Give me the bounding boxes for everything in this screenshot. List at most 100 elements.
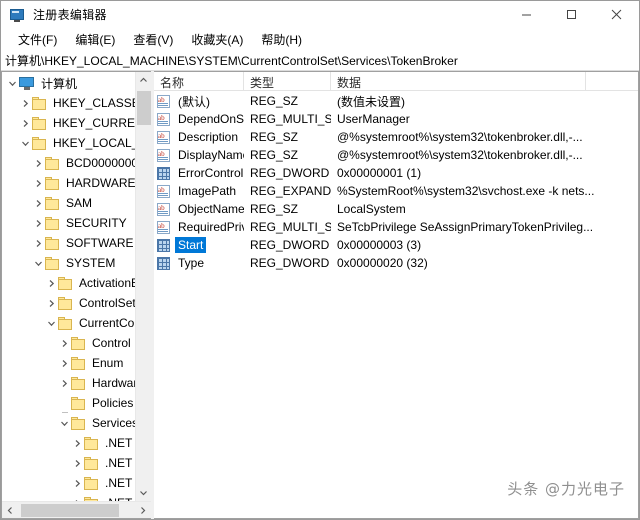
value-name-cell: Type — [154, 255, 244, 271]
tree-node[interactable]: SECURITY — [2, 213, 135, 233]
menu-item-file[interactable]: 文件(F) — [9, 29, 66, 51]
column-header-type[interactable]: 类型 — [244, 72, 331, 90]
table-row[interactable]: TypeREG_DWORD0x00000020 (32) — [154, 254, 638, 272]
close-icon[interactable] — [594, 1, 639, 29]
chevron-right-icon[interactable] — [31, 213, 45, 233]
column-header-row: 名称 类型 数据 — [154, 72, 638, 91]
tree-node-label: 计算机 — [39, 74, 79, 93]
value-data: @%systemroot%\system32\tokenbroker.dll,-… — [331, 148, 638, 162]
table-row[interactable]: abImagePathREG_EXPAND_SZ%SystemRoot%\sys… — [154, 182, 638, 200]
table-row[interactable]: abObjectNameREG_SZLocalSystem — [154, 200, 638, 218]
chevron-right-icon[interactable] — [44, 273, 58, 293]
tree-hscroll-thumb[interactable] — [21, 504, 119, 517]
value-name: Start — [175, 237, 206, 253]
chevron-right-icon[interactable] — [70, 473, 84, 493]
tree-node[interactable]: .NET CLR Ne — [2, 473, 135, 493]
tree-node[interactable]: HARDWARE — [2, 173, 135, 193]
table-row[interactable]: ErrorControlREG_DWORD0x00000001 (1) — [154, 164, 638, 182]
registry-tree[interactable]: 计算机HKEY_CLASSES_ROOTHKEY_CURRENT_USERHKE… — [2, 72, 135, 501]
chevron-right-icon[interactable] — [44, 293, 58, 313]
tree-node[interactable]: Services — [2, 413, 135, 433]
window-controls — [504, 1, 639, 29]
tree-node[interactable]: CurrentControlSet — [2, 313, 135, 333]
table-row[interactable]: ab(默认)REG_SZ(数值未设置) — [154, 92, 638, 110]
title-bar[interactable]: 注册表编辑器 — [1, 1, 639, 29]
value-data: UserManager — [331, 112, 638, 126]
string-value-icon: ab — [157, 131, 171, 144]
chevron-right-icon[interactable] — [18, 93, 32, 113]
chevron-right-icon[interactable] — [70, 493, 84, 501]
minimize-icon[interactable] — [504, 1, 549, 29]
value-data: (数值未设置) — [331, 93, 638, 110]
tree-node-label: Policies — [90, 395, 135, 411]
tree-node[interactable]: Enum — [2, 353, 135, 373]
registry-editor-icon — [10, 7, 26, 23]
tree-node[interactable]: BCD00000000 — [2, 153, 135, 173]
tree-node[interactable]: HKEY_LOCAL_MACHINE — [2, 133, 135, 153]
scroll-down-icon[interactable] — [136, 484, 152, 501]
tree-node[interactable]: ActivationBroker — [2, 273, 135, 293]
chevron-down-icon[interactable] — [44, 313, 58, 333]
tree-node[interactable]: SAM — [2, 193, 135, 213]
tree-vscroll-track[interactable] — [136, 89, 152, 484]
value-name-cell: abDependOnSer... — [154, 111, 244, 127]
tree-node[interactable]: HKEY_CLASSES_ROOT — [2, 93, 135, 113]
column-header-filler — [586, 72, 638, 90]
tree-node[interactable]: SOFTWARE — [2, 233, 135, 253]
chevron-right-icon[interactable] — [70, 453, 84, 473]
tree-horizontal-scrollbar[interactable] — [2, 501, 151, 518]
chevron-right-icon[interactable] — [57, 353, 71, 373]
menu-item-help[interactable]: 帮助(H) — [252, 29, 311, 51]
registry-values-list[interactable]: ab(默认)REG_SZ(数值未设置)abDependOnSer...REG_M… — [154, 91, 638, 518]
chevron-right-icon[interactable] — [57, 333, 71, 353]
tree-node[interactable]: Hardware Profil — [2, 373, 135, 393]
chevron-down-icon[interactable] — [31, 253, 45, 273]
scroll-up-icon[interactable] — [136, 72, 152, 89]
table-row[interactable]: StartREG_DWORD0x00000003 (3) — [154, 236, 638, 254]
tree-node[interactable]: HKEY_CURRENT_USER — [2, 113, 135, 133]
folder-icon — [45, 157, 60, 170]
tree-vscroll-thumb[interactable] — [137, 91, 151, 125]
tree-node-label: Services — [90, 415, 135, 431]
tree-node[interactable]: ControlSet001 — [2, 293, 135, 313]
folder-icon — [45, 257, 60, 270]
chevron-right-icon[interactable] — [70, 433, 84, 453]
chevron-right-icon[interactable] — [57, 373, 71, 393]
tree-node[interactable]: .NET Data Pr — [2, 493, 135, 501]
table-row[interactable]: abDescriptionREG_SZ@%systemroot%\system3… — [154, 128, 638, 146]
menu-item-favorites[interactable]: 收藏夹(A) — [182, 29, 252, 51]
chevron-right-icon[interactable] — [31, 193, 45, 213]
scroll-right-icon[interactable] — [134, 502, 151, 519]
menu-item-edit[interactable]: 编辑(E) — [66, 29, 124, 51]
tree-node[interactable]: Control — [2, 333, 135, 353]
folder-icon — [84, 437, 99, 450]
folder-icon — [71, 337, 86, 350]
maximize-icon[interactable] — [549, 1, 594, 29]
address-bar[interactable]: 计算机\HKEY_LOCAL_MACHINE\SYSTEM\CurrentCon… — [1, 51, 639, 71]
tree-node[interactable]: 计算机 — [2, 73, 135, 93]
tree-hscroll-track[interactable] — [19, 502, 134, 519]
value-name: Description — [175, 129, 241, 145]
menu-item-view[interactable]: 查看(V) — [124, 29, 182, 51]
tree-vertical-scrollbar[interactable] — [135, 72, 151, 501]
tree-node[interactable]: SYSTEM — [2, 253, 135, 273]
column-header-data[interactable]: 数据 — [331, 72, 586, 90]
chevron-down-icon[interactable] — [5, 73, 19, 93]
chevron-right-icon[interactable] — [31, 233, 45, 253]
table-row[interactable]: abRequiredPrivile...REG_MULTI_SZSeTcbPri… — [154, 218, 638, 236]
tree-node-label: HARDWARE — [64, 175, 135, 191]
chevron-right-icon[interactable] — [31, 173, 45, 193]
value-name-cell: abObjectName — [154, 201, 244, 217]
table-row[interactable]: abDependOnSer...REG_MULTI_SZUserManager — [154, 110, 638, 128]
chevron-right-icon[interactable] — [31, 153, 45, 173]
tree-node[interactable]: Policies — [2, 393, 135, 413]
chevron-right-icon[interactable] — [18, 113, 32, 133]
tree-node[interactable]: .NET CLR Ne — [2, 453, 135, 473]
chevron-down-icon[interactable] — [18, 133, 32, 153]
table-row[interactable]: abDisplayNameREG_SZ@%systemroot%\system3… — [154, 146, 638, 164]
tree-node[interactable]: .NET CLR Dat — [2, 433, 135, 453]
value-data: @%systemroot%\system32\tokenbroker.dll,-… — [331, 130, 638, 144]
column-header-name[interactable]: 名称 — [154, 72, 244, 90]
scroll-left-icon[interactable] — [2, 502, 19, 519]
chevron-down-icon[interactable] — [57, 413, 71, 433]
